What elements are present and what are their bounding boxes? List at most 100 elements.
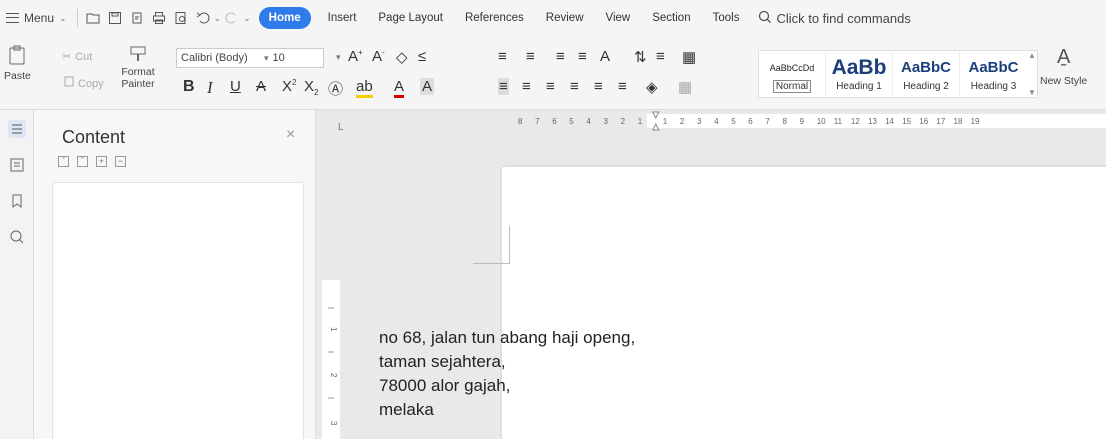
ruler-tick-label: 13 bbox=[868, 117, 877, 126]
font-size-select[interactable]: ▾ 10 bbox=[260, 48, 324, 68]
grow-font-icon[interactable]: A+ bbox=[348, 48, 363, 65]
find-commands-text: Click to find commands bbox=[776, 10, 911, 26]
style-preview: AaBbC bbox=[900, 59, 951, 76]
justify-icon[interactable]: ≡ bbox=[570, 78, 579, 95]
distributed-icon[interactable]: ≡ bbox=[594, 78, 603, 95]
font-size-value: 10 bbox=[272, 52, 285, 64]
italic-icon[interactable]: I bbox=[207, 78, 213, 98]
tab-page-layout[interactable]: Page Layout bbox=[367, 7, 454, 29]
tab-view[interactable]: View bbox=[595, 7, 642, 29]
new-document-icon[interactable] bbox=[82, 6, 104, 30]
underline-icon[interactable]: U bbox=[230, 78, 241, 95]
copy-label: Copy bbox=[78, 77, 104, 90]
style-heading-3[interactable]: AaBbC Heading 3 bbox=[960, 51, 1027, 97]
tab-insert[interactable]: Insert bbox=[317, 7, 368, 29]
decrease-indent-icon[interactable]: ≡ bbox=[556, 48, 565, 65]
text-effect-icon[interactable]: Ⓐ bbox=[328, 78, 343, 99]
font-color-icon[interactable]: A bbox=[394, 78, 405, 98]
horizontal-ruler[interactable]: 8 7 6 5 4 3 2 1 1 2 3 4 5 6 7 8 9 10 11 12 13 14 15 16 17 18 19 bbox=[346, 110, 1106, 132]
chevron-up-icon[interactable]: ▲ bbox=[1028, 51, 1036, 60]
add-heading-icon[interactable]: + bbox=[96, 156, 107, 167]
search-icon bbox=[758, 10, 772, 27]
ruler-tick-label: 9 bbox=[800, 117, 805, 126]
ruler-tick-label: 7 bbox=[765, 117, 770, 126]
borders-icon[interactable]: ▦ bbox=[678, 78, 692, 96]
document-text[interactable]: no 68, jalan tun abang haji openg, taman… bbox=[379, 326, 635, 422]
subscript-icon[interactable]: X2 bbox=[304, 78, 318, 97]
tab-home[interactable]: Home bbox=[258, 7, 311, 29]
save-icon[interactable] bbox=[104, 6, 126, 30]
style-name: Heading 3 bbox=[970, 80, 1017, 92]
cut-button[interactable]: ✂ Cut bbox=[62, 50, 92, 64]
styles-scroll[interactable]: ▲ ▼ bbox=[1027, 51, 1037, 97]
collapse-all-icon[interactable]: ˇ bbox=[58, 156, 69, 167]
align-left-icon[interactable]: ≡ bbox=[498, 78, 509, 95]
strikethrough-icon[interactable]: A bbox=[256, 78, 266, 95]
outline-list[interactable] bbox=[52, 182, 304, 439]
remove-heading-icon[interactable]: − bbox=[115, 156, 126, 167]
clear-format-icon[interactable]: ◇ bbox=[396, 48, 408, 66]
style-preview: AaBbCcDd bbox=[769, 62, 815, 73]
text-line: melaka bbox=[379, 400, 434, 419]
highlight-icon[interactable]: ab bbox=[356, 78, 373, 98]
bookmark-icon[interactable] bbox=[8, 192, 26, 210]
bullets-icon[interactable]: ≡ bbox=[498, 48, 507, 65]
align-right-icon[interactable]: ≡ bbox=[546, 78, 555, 95]
bold-icon[interactable]: B bbox=[183, 78, 195, 96]
align-center-icon[interactable]: ≡ bbox=[522, 78, 531, 95]
redo-icon[interactable] bbox=[221, 6, 243, 30]
ruler-tick-label: 2 bbox=[329, 373, 338, 378]
tab-tools[interactable]: Tools bbox=[702, 7, 751, 29]
find-replace-icon[interactable] bbox=[8, 228, 26, 246]
ruler-tick-label: 7 bbox=[535, 117, 540, 126]
find-commands[interactable]: Click to find commands bbox=[758, 10, 911, 27]
paste-button[interactable]: Paste bbox=[4, 44, 31, 82]
tab-review[interactable]: Review bbox=[535, 7, 595, 29]
customize-toolbar-icon[interactable]: ⌄ bbox=[243, 13, 251, 24]
phonetic-guide-icon[interactable]: ≤ bbox=[418, 48, 426, 65]
table-border-icon[interactable]: ▦ bbox=[682, 48, 696, 66]
content-outline-icon[interactable] bbox=[8, 120, 26, 138]
chinese-layout-icon[interactable]: A bbox=[600, 48, 610, 65]
undo-icon[interactable] bbox=[192, 6, 214, 30]
shrink-font-icon[interactable]: A- bbox=[372, 48, 385, 65]
style-heading-2[interactable]: AaBbC Heading 2 bbox=[893, 51, 960, 97]
increase-indent-icon[interactable]: ≡ bbox=[578, 48, 587, 65]
format-painter-button[interactable]: Format Painter bbox=[118, 44, 158, 90]
print-preview-icon[interactable] bbox=[170, 6, 192, 30]
ribbon: Paste ✂ Cut Copy Format Painter Calibri … bbox=[0, 36, 1106, 110]
numbering-icon[interactable]: ≡ bbox=[526, 48, 535, 65]
expand-all-icon[interactable]: ˆ bbox=[77, 156, 88, 167]
chevron-down-icon[interactable]: ▼ bbox=[1028, 88, 1036, 97]
tab-stop-selector[interactable]: L bbox=[338, 122, 344, 133]
ruler-tick-label: 5 bbox=[569, 117, 574, 126]
ruler-tick-label: 6 bbox=[552, 117, 557, 126]
chapter-nav-icon[interactable] bbox=[8, 156, 26, 174]
text-line: taman sejahtera, bbox=[379, 352, 506, 371]
menu-button[interactable]: Menu ⌄ bbox=[0, 5, 73, 31]
show-marks-icon[interactable]: ≡ bbox=[656, 48, 665, 65]
ruler-tick-label: 12 bbox=[851, 117, 860, 126]
copy-button[interactable]: Copy bbox=[62, 76, 104, 91]
style-heading-1[interactable]: AaBb Heading 1 bbox=[826, 51, 893, 97]
undo-dropdown-icon[interactable]: ⌄ bbox=[214, 13, 222, 24]
sort-icon[interactable]: ⇅ bbox=[634, 48, 647, 66]
char-shading-icon[interactable]: A bbox=[420, 78, 435, 95]
ruler-tick-label: 8 bbox=[783, 117, 788, 126]
new-style-button[interactable]: A̱ New Style bbox=[1040, 46, 1087, 87]
line-spacing-icon[interactable]: ≡ bbox=[618, 78, 627, 95]
print-icon[interactable] bbox=[148, 6, 170, 30]
ruler-tick-label: 19 bbox=[971, 117, 980, 126]
tab-section[interactable]: Section bbox=[641, 7, 701, 29]
vertical-ruler[interactable]: 321123 bbox=[322, 140, 340, 439]
superscript-icon[interactable]: X2 bbox=[282, 78, 296, 95]
margin-corner-mark bbox=[473, 263, 510, 264]
close-icon[interactable]: × bbox=[286, 126, 295, 144]
ruler-tick-label: 1 bbox=[663, 117, 668, 126]
ruler-tick-label: 1 bbox=[638, 117, 643, 126]
tab-references[interactable]: References bbox=[454, 7, 535, 29]
chevron-down-icon[interactable]: ▾ bbox=[336, 52, 341, 63]
style-normal[interactable]: AaBbCcDd Normal bbox=[759, 51, 826, 97]
export-pdf-icon[interactable] bbox=[126, 6, 148, 30]
shading-icon[interactable]: ◈ bbox=[646, 78, 658, 96]
